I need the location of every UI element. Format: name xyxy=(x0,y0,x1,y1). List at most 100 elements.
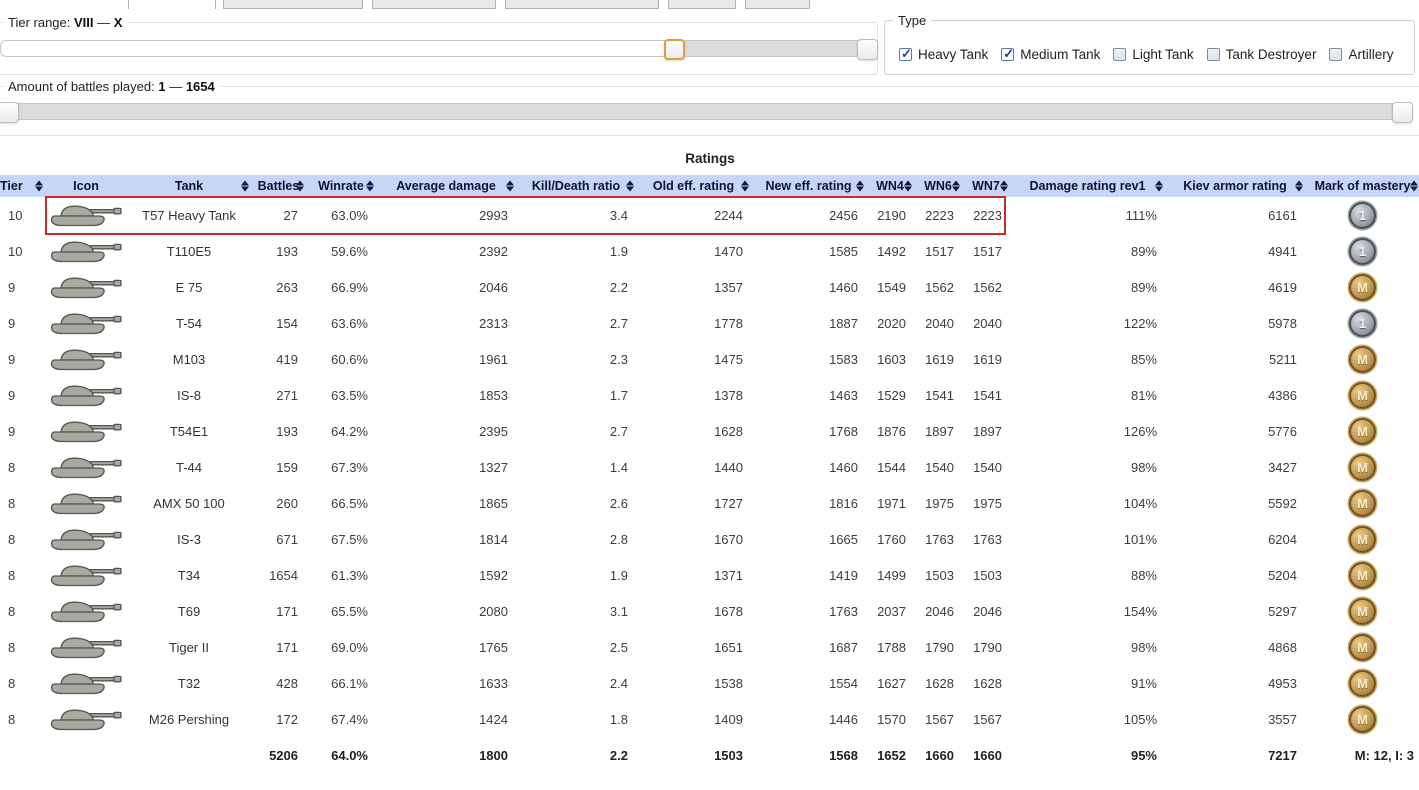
tab[interactable] xyxy=(668,0,736,9)
type-option-medium-tank[interactable]: Medium Tank xyxy=(1001,46,1101,62)
type-option-tank-destroyer[interactable]: Tank Destroyer xyxy=(1206,47,1316,62)
tank-icon xyxy=(50,673,122,694)
sort-icon[interactable] xyxy=(904,181,912,192)
cell-kd: 1.7 xyxy=(609,387,628,403)
ratings-section: Ratings Tier Icon Tank Battles Winrate Averag… xyxy=(0,142,1419,773)
sort-icon[interactable] xyxy=(241,181,249,192)
sort-icon[interactable] xyxy=(1410,181,1418,192)
column-header-wn4[interactable]: WN4 xyxy=(866,175,914,197)
column-header-tank[interactable]: Tank xyxy=(127,175,251,197)
cell-battles: 260 xyxy=(276,495,298,511)
checkbox-unchecked-icon[interactable] xyxy=(1113,48,1127,61)
cell-winrate: 64.2% xyxy=(331,423,368,439)
total-dmg-rev1: 95% xyxy=(1130,747,1157,763)
cell-battles: 263 xyxy=(276,279,298,295)
cell-mastery: 1 xyxy=(1305,197,1419,233)
tab[interactable] xyxy=(745,0,810,9)
type-option-artillery[interactable]: Artillery xyxy=(1329,47,1393,62)
mastery-badge-ace: M xyxy=(1349,489,1376,517)
tab-active[interactable] xyxy=(128,0,216,9)
cell-tank: M26 Pershing xyxy=(148,711,230,727)
column-header-wn7[interactable]: WN7 xyxy=(962,175,1010,197)
cell-avg_damage: 1865 xyxy=(479,495,508,511)
cell-tank: E 75 xyxy=(175,279,203,295)
tier-slider-handle-left[interactable] xyxy=(664,38,685,60)
tab[interactable] xyxy=(505,0,659,9)
battles-slider-range[interactable] xyxy=(1,104,1412,119)
column-label: Damage rating rev1 xyxy=(1029,179,1146,193)
cell-kiev: 3427 xyxy=(1268,459,1297,475)
cell-old_eff: 1357 xyxy=(714,279,743,295)
cell-wn4: 1549 xyxy=(877,279,906,295)
tab[interactable] xyxy=(223,0,363,9)
tier-range-label: Tier range: VIII — X xyxy=(3,15,128,30)
cell-old_eff: 1651 xyxy=(714,639,743,655)
cell-winrate: 63.6% xyxy=(331,315,368,331)
column-header-winrate[interactable]: Winrate xyxy=(306,175,376,197)
checkbox-unchecked-icon[interactable] xyxy=(1206,48,1220,61)
cell-mastery: M xyxy=(1305,521,1419,557)
sort-icon[interactable] xyxy=(741,181,749,192)
cell-avg_damage: 2395 xyxy=(479,423,508,439)
column-header-new-eff-rating[interactable]: New eff. rating xyxy=(751,175,866,197)
sort-icon[interactable] xyxy=(1000,181,1008,192)
type-option-heavy-tank[interactable]: Heavy Tank xyxy=(899,46,989,62)
cell-wn6: 1567 xyxy=(925,711,954,727)
cell-mastery: M xyxy=(1305,701,1419,737)
cell-tank: T34 xyxy=(177,567,201,583)
sort-icon[interactable] xyxy=(1295,181,1303,192)
tab[interactable] xyxy=(372,0,496,9)
tank-icon xyxy=(50,241,122,262)
cell-mastery: M xyxy=(1305,449,1419,485)
checkbox-checked-icon[interactable] xyxy=(899,46,912,62)
total-kd: 2.2 xyxy=(609,747,628,763)
cell-mastery: M xyxy=(1305,485,1419,521)
type-option-light-tank[interactable]: Light Tank xyxy=(1113,47,1194,62)
tier-slider-handle-right[interactable] xyxy=(857,38,878,60)
tank-icon xyxy=(50,565,122,586)
sort-icon[interactable] xyxy=(296,181,304,192)
cell-mastery: M xyxy=(1305,665,1419,701)
checkbox-unchecked-icon[interactable] xyxy=(1329,48,1343,61)
cell-avg_damage: 1424 xyxy=(479,711,508,727)
cell-tank: IS-3 xyxy=(177,531,201,547)
type-option-label: Heavy Tank xyxy=(918,47,989,62)
cell-winrate: 65.5% xyxy=(331,603,368,619)
sort-icon[interactable] xyxy=(952,181,960,192)
tank-row: 9 T54E1 193 64.2% 2395 2.7 1628 1768 1876 1897 18… xyxy=(0,413,1419,449)
sort-icon[interactable] xyxy=(626,181,634,192)
tier-range-slider[interactable] xyxy=(0,38,878,60)
column-header-kiev-armor-rating[interactable]: Kiev armor rating xyxy=(1165,175,1305,197)
column-header-kill-death-ratio[interactable]: Kill/Death ratio xyxy=(516,175,636,197)
cell-wn7: 1897 xyxy=(973,423,1002,439)
type-legend: Type xyxy=(893,13,932,28)
sort-icon[interactable] xyxy=(856,181,864,192)
column-header-battles[interactable]: Battles xyxy=(251,175,306,197)
sort-icon[interactable] xyxy=(1155,181,1163,192)
cell-new_eff: 1763 xyxy=(829,603,858,619)
sort-icon[interactable] xyxy=(506,181,514,192)
cell-icon xyxy=(45,197,127,233)
cell-icon xyxy=(45,413,127,449)
column-header-average-damage[interactable]: Average damage xyxy=(376,175,516,197)
tier-slider-range[interactable] xyxy=(673,41,877,56)
cell-kiev: 5297 xyxy=(1268,603,1297,619)
battles-slider-handle-left[interactable] xyxy=(0,101,19,123)
cell-tank: AMX 50 100 xyxy=(153,495,225,511)
sort-icon[interactable] xyxy=(35,181,43,192)
battles-range-slider[interactable] xyxy=(0,101,1413,123)
sort-icon[interactable] xyxy=(366,181,374,192)
ratings-table: Tier Icon Tank Battles Winrate Average damage… xyxy=(0,175,1419,773)
column-header-damage-rating-rev1[interactable]: Damage rating rev1 xyxy=(1010,175,1165,197)
column-header-tier[interactable]: Tier xyxy=(0,175,45,197)
column-header-old-eff-rating[interactable]: Old eff. rating xyxy=(636,175,751,197)
cell-icon xyxy=(45,521,127,557)
tank-row: 9 IS-8 271 63.5% 1853 1.7 1378 1463 1529 1541 154… xyxy=(0,377,1419,413)
tank-icon xyxy=(50,349,122,370)
cell-battles: 1654 xyxy=(269,567,298,583)
checkbox-checked-icon[interactable] xyxy=(1001,46,1015,62)
column-header-mark-of-mastery[interactable]: Mark of mastery xyxy=(1305,175,1419,197)
column-header-wn6[interactable]: WN6 xyxy=(914,175,962,197)
type-option-label: Medium Tank xyxy=(1020,47,1101,62)
battles-slider-handle-right[interactable] xyxy=(1392,101,1413,123)
